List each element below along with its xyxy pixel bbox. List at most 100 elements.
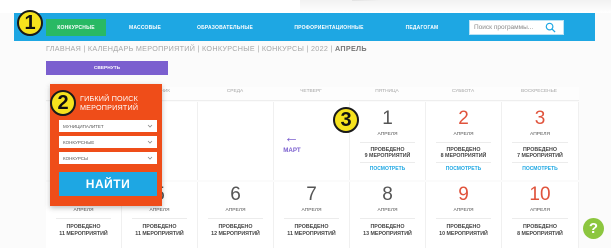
marker-3: 3	[333, 107, 359, 133]
calendar-cell-empty	[198, 102, 274, 180]
weekday-saturday: суббота	[451, 89, 475, 94]
top-decoration	[300, 0, 611, 13]
nav-item-teachers[interactable]: педагогам	[392, 19, 452, 36]
day-number: 2	[458, 108, 469, 129]
calendar-cell-day-8[interactable]: 8 апреля проведено 13 мероприятий	[350, 182, 426, 248]
arrow-left-icon[interactable]: ←	[284, 129, 299, 146]
day-month: апреля	[301, 208, 322, 213]
weekday-friday: пятница	[375, 89, 399, 94]
events-status: проведено	[142, 224, 177, 230]
day-month: апреля	[453, 208, 474, 213]
divider	[512, 142, 568, 143]
prev-month-link[interactable]: март	[270, 147, 314, 154]
calendar-cell-day-9[interactable]: 9 апреля проведено 10 мероприятий	[426, 182, 502, 248]
divider	[360, 218, 415, 219]
type-select-value: конкурсы	[63, 155, 89, 161]
breadcrumb-separator: |	[257, 44, 260, 53]
events-status: проведено	[446, 224, 481, 230]
events-count: 10 мероприятий	[439, 231, 488, 237]
events-status: проведено	[294, 224, 329, 230]
day-month: апреля	[530, 208, 550, 213]
type-select[interactable]: конкурсы	[59, 152, 157, 164]
view-link[interactable]: посмотреть	[426, 166, 501, 172]
breadcrumb-separator: |	[197, 44, 200, 53]
find-button[interactable]: НАЙТИ	[59, 172, 157, 196]
day-number: 1	[382, 108, 393, 129]
breadcrumb-calendar[interactable]: КАЛЕНДАРЬ МЕРОПРИЯТИЙ	[88, 44, 195, 53]
view-link[interactable]: посмотреть	[502, 166, 578, 172]
chevron-down-icon	[147, 124, 153, 128]
marker-1: 1	[17, 10, 43, 36]
divider	[436, 218, 491, 219]
events-count: 9 мероприятий	[364, 153, 411, 159]
collapse-button[interactable]: свернуть	[46, 61, 168, 75]
chevron-down-icon	[147, 156, 153, 160]
weekday-sunday: воскресенье	[521, 89, 557, 94]
nav-item-career[interactable]: профориентационные	[276, 19, 382, 36]
divider	[56, 218, 111, 219]
day-month: апреля	[377, 132, 398, 137]
events-count: 13 мероприятий	[363, 231, 412, 237]
day-number: 7	[306, 184, 317, 205]
breadcrumb-separator: |	[306, 44, 309, 53]
day-number: 3	[534, 108, 546, 129]
calendar-cell-day-10[interactable]: 10 апреля проведено 8 мероприятий	[502, 182, 579, 248]
category-nav: конкурсные массовые образовательные проф…	[14, 13, 595, 41]
search-icon[interactable]	[545, 22, 556, 33]
day-month: апреля	[377, 208, 398, 213]
marker-2: 2	[50, 90, 76, 116]
breadcrumb-current: АПРЕЛЬ	[335, 44, 367, 53]
events-count: 8 мероприятий	[440, 153, 487, 159]
nav-item-mass[interactable]: массовые	[114, 19, 176, 36]
divider	[512, 218, 568, 219]
municipality-select[interactable]: муниципалитет	[59, 120, 157, 132]
divider	[284, 218, 339, 219]
events-status: проведено	[522, 224, 557, 230]
nav-item-contest[interactable]: конкурсные	[46, 19, 106, 36]
day-number: 9	[458, 184, 469, 205]
day-month: апреля	[225, 208, 246, 213]
events-count: 8 мероприятий	[517, 231, 563, 237]
day-number: 8	[382, 184, 393, 205]
top-strip	[0, 0, 611, 13]
calendar-cell-day-3[interactable]: 3 апреля проведено 7 мероприятий посмотр…	[502, 102, 579, 180]
events-status: проведено	[370, 224, 405, 230]
day-month: апреля	[530, 132, 550, 137]
breadcrumb-separator: |	[83, 44, 86, 53]
category-select-value: конкурсные	[63, 139, 95, 145]
breadcrumb-year[interactable]: 2022	[311, 44, 328, 53]
calendar-cell-day-6[interactable]: 6 апреля проведено 12 мероприятий	[198, 182, 274, 248]
calendar-cell-day-7[interactable]: 7 апреля проведено 11 мероприятий	[274, 182, 350, 248]
divider	[208, 218, 263, 219]
divider	[436, 142, 491, 143]
events-status: проведено	[218, 224, 253, 230]
help-icon[interactable]: ?	[583, 218, 604, 239]
events-count: 7 мероприятий	[517, 153, 563, 159]
filter-title: Гибкий поиск мероприятий	[80, 94, 139, 112]
events-count: 11 мероприятий	[135, 231, 184, 237]
weekday-thursday: четверг	[300, 89, 322, 94]
breadcrumb-separator: |	[330, 44, 333, 53]
view-link[interactable]: посмотреть	[350, 166, 425, 172]
day-month: апреля	[73, 208, 94, 213]
nav-item-educational[interactable]: образовательные	[184, 19, 266, 36]
day-number: 6	[230, 184, 241, 205]
breadcrumb-home[interactable]: ГЛАВНАЯ	[46, 44, 81, 53]
day-month: апреля	[149, 208, 170, 213]
weekday-wednesday: среда	[226, 89, 244, 94]
events-status: проведено	[66, 224, 101, 230]
events-count: 11 мероприятий	[287, 231, 336, 237]
breadcrumb: ГЛАВНАЯ | КАЛЕНДАРЬ МЕРОПРИЯТИЙ | КОНКУР…	[46, 44, 367, 53]
breadcrumb-contest[interactable]: КОНКУРСНЫЕ	[202, 44, 255, 53]
breadcrumb-contests[interactable]: КОНКУРСЫ	[262, 44, 304, 53]
events-count: 12 мероприятий	[211, 231, 260, 237]
category-select[interactable]: конкурсные	[59, 136, 157, 148]
calendar-cell-day-2[interactable]: 2 апреля проведено 8 мероприятий посмотр…	[426, 102, 502, 180]
divider	[436, 162, 491, 163]
day-month: апреля	[453, 132, 474, 137]
municipality-select-value: муниципалитет	[63, 123, 104, 129]
day-number: 10	[529, 184, 551, 205]
divider	[360, 142, 415, 143]
chevron-down-icon	[147, 140, 153, 144]
calendar-cell-day-1[interactable]: 1 апреля проведено 9 мероприятий посмотр…	[350, 102, 426, 180]
